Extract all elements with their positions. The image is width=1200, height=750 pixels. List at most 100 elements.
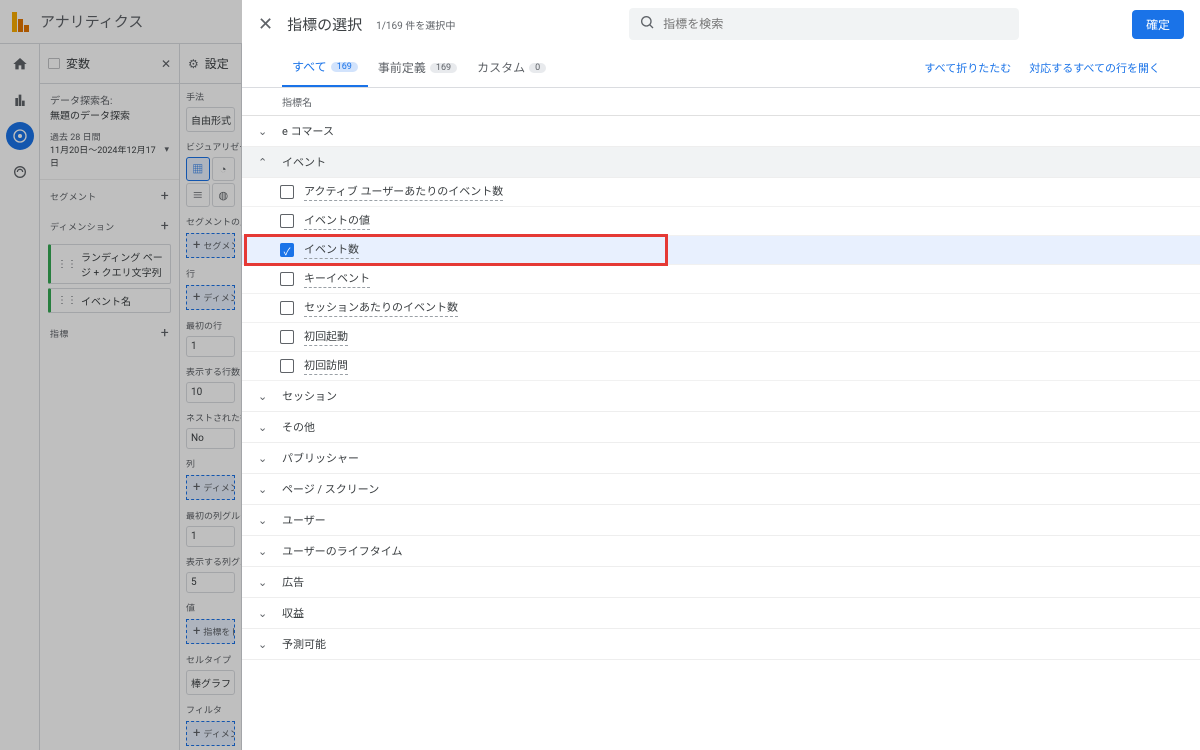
layers-icon: ▢ — [48, 55, 60, 72]
chevron-icon: ⌄ — [258, 638, 276, 651]
chevron-icon: ⌃ — [258, 156, 276, 169]
metric-group[interactable]: ⌄ユーザーのライフタイム — [242, 536, 1200, 567]
showcols-label: 表示する列グルー — [180, 549, 241, 570]
viz-row: ▦ ◔ — [186, 157, 235, 181]
dimension-chip[interactable]: ⋮⋮イベント名 — [48, 288, 171, 313]
dataset-section: データ探索名: 無題のデータ探索 — [40, 84, 179, 126]
metric-group[interactable]: ⌄セッション — [242, 381, 1200, 412]
filter-dropzone[interactable]: +ディメンションやメトリクスをドロップするか選択してください — [186, 721, 235, 746]
metric-item[interactable]: 初回起動 — [242, 323, 1200, 352]
metric-group[interactable]: ⌄ページ / スクリーン — [242, 474, 1200, 505]
metric-item[interactable]: セッションあたりのイベント数 — [242, 294, 1200, 323]
showrows-label: 表示する行数 — [180, 359, 241, 380]
segcmp-dropzone[interactable]: +セグメントをドロップするか選択し — [186, 233, 235, 258]
search-icon — [639, 14, 655, 34]
metric-list[interactable]: ⌄e コマース⌃イベントアクティブ ユーザーあたりのイベント数イベントの値 ✓イベ… — [242, 116, 1200, 750]
technique-select[interactable]: 自由形式 — [186, 107, 235, 132]
plus-icon: + — [193, 480, 200, 495]
dataset-name[interactable]: 無題のデータ探索 — [50, 107, 169, 122]
segments-label: セグメント — [50, 190, 97, 203]
checkbox[interactable] — [280, 185, 294, 199]
metric-group[interactable]: ⌄e コマース — [242, 116, 1200, 147]
close-modal-button[interactable]: ✕ — [258, 14, 273, 35]
metric-group[interactable]: ⌃イベント — [242, 147, 1200, 178]
viz-geo-button[interactable]: ◍ — [212, 183, 236, 207]
metric-group[interactable]: ⌄パブリッシャー — [242, 443, 1200, 474]
modal-tabs: すべて169事前定義169カスタム0 すべて折りたたむ 対応するすべての行を開く — [242, 48, 1200, 88]
ads-icon[interactable] — [6, 158, 34, 186]
vals-label: 値 — [180, 595, 241, 616]
modal-title: 指標の選択 — [287, 14, 362, 35]
cols-dropzone[interactable]: +ディメンションをドロップするか選 — [186, 475, 235, 500]
chevron-icon: ⌄ — [258, 421, 276, 434]
showrows-select[interactable]: 10 — [186, 382, 235, 403]
metric-group[interactable]: ⌄予測可能 — [242, 629, 1200, 660]
metric-label: キーイベント — [304, 270, 370, 288]
date-range-picker[interactable]: 過去 28 日間 11月20日～2024年12月17日 ▾ — [40, 126, 179, 180]
add-metric-button[interactable]: + — [161, 325, 169, 341]
viz-donut-button[interactable]: ◔ — [212, 157, 236, 181]
checkbox[interactable]: ✓ — [280, 243, 294, 257]
metric-label: アクティブ ユーザーあたりのイベント数 — [304, 183, 503, 201]
segcmp-label: セグメントの比較 — [180, 209, 241, 230]
checkbox[interactable] — [280, 301, 294, 315]
dimension-chip[interactable]: ⋮⋮ランディング ページ + クエリ文字列 — [48, 244, 171, 284]
reports-icon[interactable] — [6, 86, 34, 114]
tab-事前定義[interactable]: 事前定義169 — [368, 48, 467, 87]
variables-panel: ▢ 変数 ✕ データ探索名: 無題のデータ探索 過去 28 日間 11月20日～… — [40, 44, 180, 750]
startrow-input[interactable]: 1 — [186, 336, 235, 357]
metric-item[interactable]: イベントの値 — [242, 207, 1200, 236]
add-segment-button[interactable]: + — [161, 188, 169, 204]
chevron-icon: ⌄ — [258, 545, 276, 558]
vals-dropzone[interactable]: +指標をドロップするか選択してくだ — [186, 619, 235, 644]
close-icon[interactable]: ✕ — [161, 57, 171, 71]
collapse-all-link[interactable]: すべて折りたたむ — [924, 60, 1011, 76]
viz-row: ≡ ◍ — [186, 183, 235, 207]
metric-group[interactable]: ⌄収益 — [242, 598, 1200, 629]
modal-header: ✕ 指標の選択 1/169 件を選択中 確定 — [242, 0, 1200, 48]
rows-dropzone[interactable]: +ディメンションをドロップするか選 — [186, 285, 235, 310]
dimensions-label: ディメンション — [50, 220, 114, 233]
nav-rail — [0, 44, 40, 750]
confirm-button[interactable]: 確定 — [1132, 10, 1184, 39]
celltype-select[interactable]: 棒グラフ — [186, 670, 235, 695]
variables-title: 変数 — [66, 55, 90, 72]
chip-label: イベント名 — [81, 293, 131, 308]
chevron-icon: ⌄ — [258, 576, 276, 589]
showcols-select[interactable]: 5 — [186, 572, 235, 593]
tab-カスタム[interactable]: カスタム0 — [467, 48, 556, 87]
dropdown-icon: ▾ — [164, 145, 169, 155]
metric-item[interactable]: 初回訪問 — [242, 352, 1200, 381]
nested-select[interactable]: No — [186, 428, 235, 449]
ga-logo-icon — [12, 12, 32, 32]
metrics-section: 指標+ — [40, 317, 179, 347]
date-range: 11月20日～2024年12月17日 — [50, 143, 164, 169]
app-title: アナリティクス — [40, 11, 143, 32]
add-dimension-button[interactable]: + — [161, 218, 169, 234]
search-input[interactable] — [663, 17, 1009, 31]
search-field[interactable] — [629, 8, 1019, 40]
startcol-input[interactable]: 1 — [186, 526, 235, 547]
metric-picker-modal: ✕ 指標の選択 1/169 件を選択中 確定 すべて169事前定義169カスタム… — [242, 0, 1200, 750]
metric-item[interactable]: アクティブ ユーザーあたりのイベント数 — [242, 178, 1200, 207]
drag-handle-icon: ⋮⋮ — [57, 259, 77, 270]
gear-icon: ⚙ — [188, 57, 199, 71]
viz-table-button[interactable]: ▦ — [186, 157, 210, 181]
explore-icon[interactable] — [6, 122, 34, 150]
checkbox[interactable] — [280, 214, 294, 228]
cols-label: 列 — [180, 451, 241, 472]
checkbox[interactable] — [280, 272, 294, 286]
tab-すべて[interactable]: すべて169 — [282, 48, 368, 87]
metric-group[interactable]: ⌄その他 — [242, 412, 1200, 443]
metric-label: イベントの値 — [304, 212, 370, 230]
metric-item[interactable]: ✓イベント数 — [242, 236, 1200, 265]
checkbox[interactable] — [280, 359, 294, 373]
checkbox[interactable] — [280, 330, 294, 344]
expand-all-link[interactable]: 対応するすべての行を開く — [1029, 60, 1160, 76]
viz-line-button[interactable]: ≡ — [186, 183, 210, 207]
metric-group[interactable]: ⌄ユーザー — [242, 505, 1200, 536]
metric-group[interactable]: ⌄広告 — [242, 567, 1200, 598]
home-icon[interactable] — [6, 50, 34, 78]
metric-item[interactable]: キーイベント — [242, 265, 1200, 294]
settings-header: ⚙ 設定 — [180, 44, 241, 84]
